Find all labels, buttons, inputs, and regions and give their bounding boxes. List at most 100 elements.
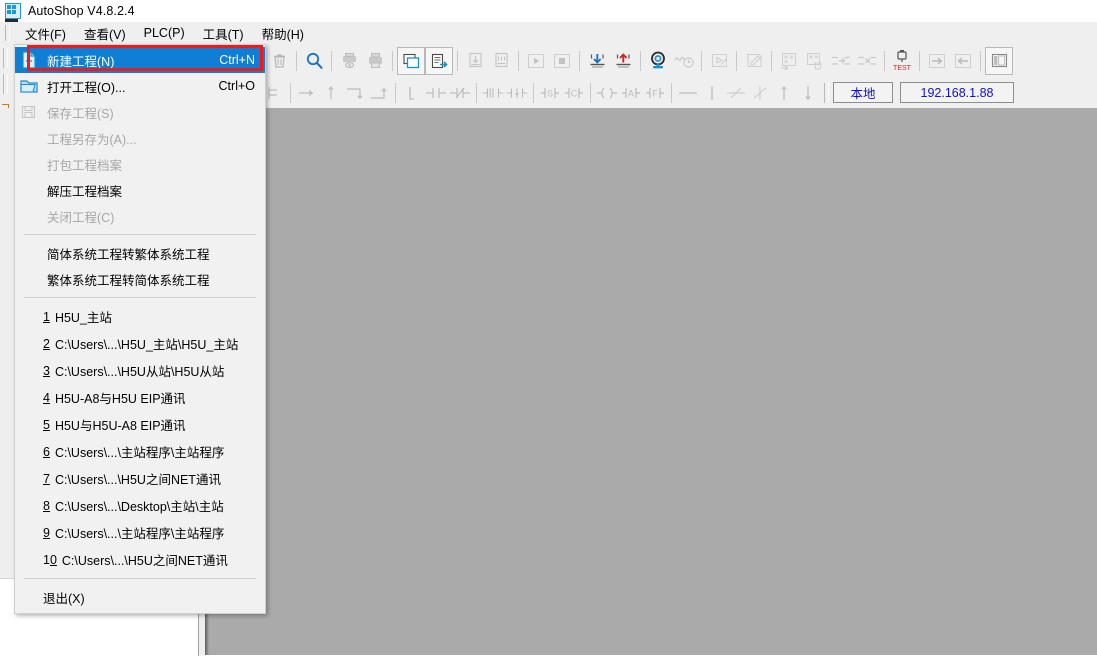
wire-up-icon[interactable] xyxy=(319,81,343,105)
menu-plc[interactable]: PLC(P) xyxy=(135,24,194,42)
file-menu-dropdown: 新建工程(N) Ctrl+N 打开工程(O)... Ctrl+O 保存工程(S)… xyxy=(14,44,266,614)
coil-f-icon[interactable]: F xyxy=(643,81,667,105)
delete-icon[interactable] xyxy=(266,48,292,74)
menu-item-open-project[interactable]: 打开工程(O)... Ctrl+O xyxy=(15,73,265,99)
run-icon[interactable] xyxy=(523,48,549,74)
coil-a-icon[interactable]: A xyxy=(619,81,643,105)
menu-item-pack-archive[interactable]: 打包工程档案 xyxy=(15,151,265,177)
svg-text:TEST: TEST xyxy=(893,65,912,72)
menu-tools[interactable]: 工具(T) xyxy=(194,22,253,45)
menu-item-accel: Ctrl+N xyxy=(219,53,255,67)
menu-file[interactable]: 文件(F) xyxy=(16,22,75,45)
export-window-icon[interactable] xyxy=(425,46,453,75)
contact-reset-icon[interactable]: C xyxy=(562,81,586,105)
recent-label: C:\Users\...\H5U从站\H5U从站 xyxy=(54,365,225,379)
export-data-icon[interactable] xyxy=(488,48,514,74)
menu-item-new-project[interactable]: 新建工程(N) Ctrl+N xyxy=(15,47,265,73)
toolbar-separator xyxy=(579,50,580,71)
insert-row-icon[interactable] xyxy=(828,48,854,74)
menu-item-simplified-to-traditional[interactable]: 简体系统工程转繁体系统工程 xyxy=(15,240,265,266)
arrow-up-icon[interactable] xyxy=(772,81,796,105)
contact-falling-icon[interactable] xyxy=(505,81,529,105)
application-window: AutoShop V4.8.2.4 文件(F) 查看(V) PLC(P) 工具(… xyxy=(0,0,1097,656)
recent-index: 6 xyxy=(43,444,50,459)
contact-nc-icon[interactable] xyxy=(448,81,472,105)
recent-file-9[interactable]: 9 C:\Users\...\主站程序\主站程序 xyxy=(15,519,265,546)
toolbar-separator xyxy=(533,82,534,103)
recent-file-8[interactable]: 8 C:\Users\...\Desktop\主站\主站 xyxy=(15,492,265,519)
recent-file-7[interactable]: 7 C:\Users\...\H5U之间NET通讯 xyxy=(15,465,265,492)
menubar-grip[interactable] xyxy=(5,25,10,41)
wire-horizontal-icon[interactable] xyxy=(295,81,319,105)
contact-rising-icon[interactable] xyxy=(481,81,505,105)
toolbar-separator xyxy=(290,82,291,103)
local-connection-button[interactable]: 本地 xyxy=(833,82,893,103)
simulate-icon[interactable] xyxy=(706,48,732,74)
panel-toggle-icon[interactable] xyxy=(985,46,1013,75)
recent-file-2[interactable]: 2 C:\Users\...\H5U_主站\H5U_主站 xyxy=(15,330,265,357)
recent-file-3[interactable]: 3 C:\Users\...\H5U从站\H5U从站 xyxy=(15,357,265,384)
contact-set-icon[interactable]: S xyxy=(538,81,562,105)
menu-item-label: 打开工程(O)... xyxy=(47,80,126,95)
menu-item-save-project[interactable]: 保存工程(S) xyxy=(15,99,265,125)
recent-label: C:\Users\...\H5U_主站\H5U_主站 xyxy=(54,338,239,352)
wire-corner-up-icon[interactable] xyxy=(367,81,391,105)
menu-item-accel: Ctrl+O xyxy=(218,79,255,93)
trace-icon[interactable] xyxy=(671,48,697,74)
import-data-icon[interactable] xyxy=(462,48,488,74)
wire-corner-down-icon[interactable] xyxy=(343,81,367,105)
recent-index: 4 xyxy=(43,390,50,405)
line-delete-diagonal-icon[interactable] xyxy=(724,81,748,105)
compile-icon[interactable] xyxy=(776,48,802,74)
stop-icon[interactable] xyxy=(549,48,575,74)
menu-help[interactable]: 帮助(H) xyxy=(253,22,313,45)
recent-file-1[interactable]: 1 H5U_主站 xyxy=(15,303,265,330)
coil-icon[interactable] xyxy=(595,81,619,105)
toolbar-grip[interactable] xyxy=(3,48,8,68)
download-icon[interactable] xyxy=(584,48,610,74)
left-toolbar-fragment xyxy=(0,44,12,113)
monitor-icon[interactable] xyxy=(645,48,671,74)
line-vertical-icon[interactable] xyxy=(700,81,724,105)
line-horizontal-icon[interactable] xyxy=(676,81,700,105)
menu-item-close-project[interactable]: 关闭工程(C) xyxy=(15,203,265,229)
search-icon[interactable] xyxy=(301,48,327,74)
recent-index: 1 xyxy=(43,309,50,324)
line-delete-cross-icon[interactable] xyxy=(748,81,772,105)
edit-icon[interactable] xyxy=(741,48,767,74)
logout-icon[interactable] xyxy=(950,48,976,74)
toolbar-separator xyxy=(331,50,332,71)
recent-index: 3 xyxy=(43,363,50,378)
menu-item-label: 解压工程档案 xyxy=(47,184,123,199)
menu-item-save-as[interactable]: 工程另存为(A)... xyxy=(15,125,265,151)
menu-item-exit[interactable]: 退出(X) xyxy=(15,584,265,611)
copy-window-icon[interactable] xyxy=(397,46,425,75)
recent-file-5[interactable]: 5 H5U与H5U-A8 EIP通讯 xyxy=(15,411,265,438)
toolbar-separator xyxy=(919,50,920,71)
recent-index: 9 xyxy=(43,525,50,540)
delete-row-icon[interactable] xyxy=(854,48,880,74)
print-icon[interactable] xyxy=(362,48,388,74)
save-icon xyxy=(19,102,39,122)
recent-file-6[interactable]: 6 C:\Users\...\主站程序\主站程序 xyxy=(15,438,265,465)
login-icon[interactable] xyxy=(924,48,950,74)
toolbar-grip[interactable] xyxy=(3,74,8,94)
recent-file-4[interactable]: 4 H5U-A8与H5U EIP通讯 xyxy=(15,384,265,411)
menu-view[interactable]: 查看(V) xyxy=(75,22,135,45)
menu-item-traditional-to-simplified[interactable]: 繁体系统工程转简体系统工程 xyxy=(15,266,265,292)
contact-no-icon[interactable] xyxy=(424,81,448,105)
recent-label: C:\Users\...\H5U之间NET通讯 xyxy=(61,554,228,568)
recent-file-10[interactable]: 10 C:\Users\...\H5U之间NET通讯 xyxy=(15,546,265,573)
menu-item-unpack-archive[interactable]: 解压工程档案 xyxy=(15,177,265,203)
new-project-icon xyxy=(19,50,39,70)
print-preview-icon[interactable] xyxy=(336,48,362,74)
clean-compile-icon[interactable] xyxy=(802,48,828,74)
connection-toolbar-grip[interactable] xyxy=(824,82,829,103)
toolbar-separator xyxy=(671,82,672,103)
rung-end-icon[interactable] xyxy=(400,81,424,105)
arrow-down-icon[interactable] xyxy=(796,81,820,105)
window-title: AutoShop V4.8.2.4 xyxy=(28,4,135,18)
ip-address-field[interactable]: 192.168.1.88 xyxy=(900,82,1014,103)
upload-icon[interactable] xyxy=(610,48,636,74)
usb-test-icon[interactable]: TEST xyxy=(889,48,915,74)
